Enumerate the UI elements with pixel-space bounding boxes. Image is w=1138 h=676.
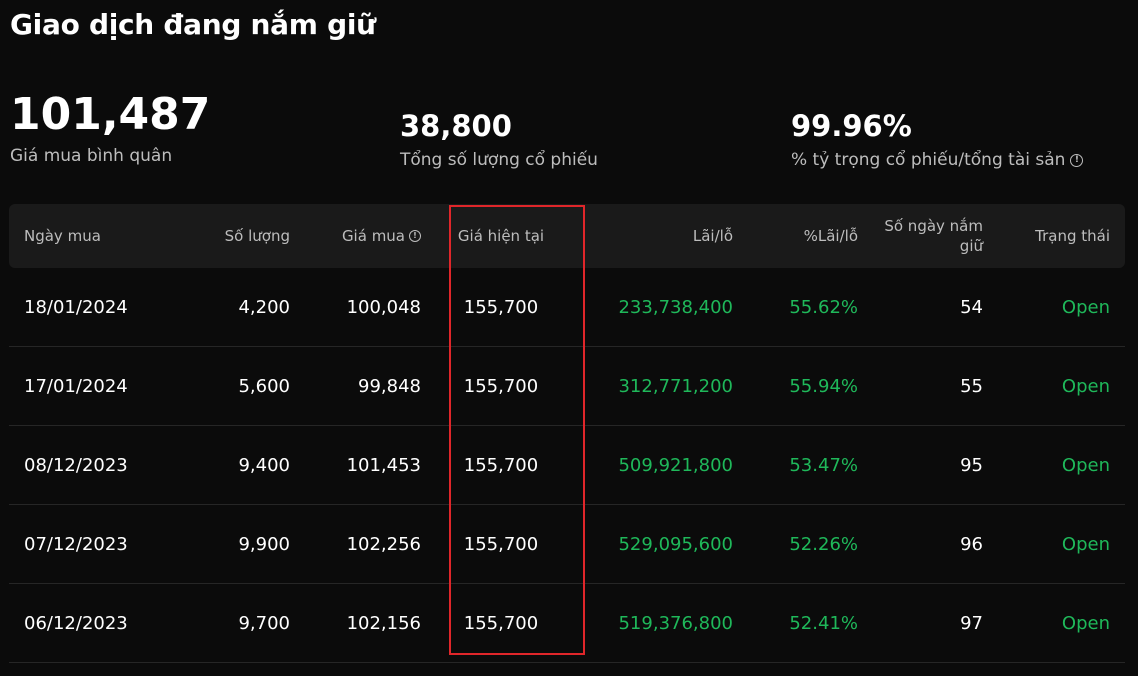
table-row[interactable]: 08/12/2023 9,400 101,453 155,700 509,921… — [9, 425, 1125, 505]
header-status[interactable]: Trạng thái — [983, 204, 1125, 268]
header-days-line2: giữ — [959, 237, 983, 255]
cell-status: Open — [983, 583, 1125, 663]
header-days[interactable]: Số ngày nắm giữ — [858, 204, 983, 268]
cell-days: 97 — [858, 583, 983, 663]
cell-date: 07/12/2023 — [9, 504, 159, 584]
cell-buy-price: 102,156 — [290, 583, 421, 663]
cell-date: 17/01/2024 — [9, 346, 159, 426]
cell-current-price: 155,700 — [421, 504, 581, 584]
cell-qty: 5,600 — [159, 346, 290, 426]
header-pnl[interactable]: Lãi/lỗ — [581, 204, 733, 268]
cell-days: 95 — [858, 425, 983, 505]
holdings-table: Ngày mua Số lượng Giá mua! Giá hiện tại … — [9, 204, 1125, 663]
header-current-price[interactable]: Giá hiện tại — [421, 204, 581, 268]
stat-avg-price: 101,487 Giá mua bình quân — [10, 88, 210, 166]
cell-pnl-pct: 52.26% — [733, 504, 858, 584]
header-buy-price[interactable]: Giá mua! — [290, 204, 421, 268]
table-header-row: Ngày mua Số lượng Giá mua! Giá hiện tại … — [9, 204, 1125, 268]
cell-current-price: 155,700 — [421, 583, 581, 663]
stat-ratio: 99.96% % tỷ trọng cổ phiếu/tổng tài sản … — [791, 108, 1084, 170]
table-row[interactable]: 17/01/2024 5,600 99,848 155,700 312,771,… — [9, 346, 1125, 426]
cell-status: Open — [983, 425, 1125, 505]
cell-qty: 4,200 — [159, 268, 290, 347]
header-qty[interactable]: Số lượng — [159, 204, 290, 268]
cell-pnl: 529,095,600 — [581, 504, 733, 584]
header-current-price-label: Giá hiện tại — [457, 227, 545, 245]
cell-current-price: 155,700 — [421, 268, 581, 347]
header-pnl-label: Lãi/lỗ — [692, 227, 733, 245]
cell-pnl-pct: 55.94% — [733, 346, 858, 426]
ratio-label: % tỷ trọng cổ phiếu/tổng tài sản ! — [791, 150, 1084, 170]
cell-days: 55 — [858, 346, 983, 426]
total-qty-value: 38,800 — [400, 109, 512, 143]
cell-buy-price: 100,048 — [290, 268, 421, 347]
table-row[interactable]: 06/12/2023 9,700 102,156 155,700 519,376… — [9, 583, 1125, 663]
header-pnl-pct-label: %Lãi/lỗ — [803, 227, 858, 245]
table-row[interactable]: 18/01/2024 4,200 100,048 155,700 233,738… — [9, 268, 1125, 347]
stat-total-qty: 38,800 Tổng số lượng cổ phiếu — [400, 108, 598, 170]
cell-date: 06/12/2023 — [9, 583, 159, 663]
avg-price-value: 101,487 — [10, 89, 211, 140]
total-qty-label: Tổng số lượng cổ phiếu — [400, 150, 598, 170]
cell-date: 08/12/2023 — [9, 425, 159, 505]
cell-status: Open — [983, 268, 1125, 347]
cell-days: 54 — [858, 268, 983, 347]
cell-pnl: 312,771,200 — [581, 346, 733, 426]
cell-qty: 9,700 — [159, 583, 290, 663]
avg-price-label: Giá mua bình quân — [10, 146, 210, 166]
holdings-table-wrap: Ngày mua Số lượng Giá mua! Giá hiện tại … — [9, 204, 1125, 663]
page-title: Giao dịch đang nắm giữ — [10, 8, 376, 41]
cell-pnl-pct: 55.62% — [733, 268, 858, 347]
header-qty-label: Số lượng — [224, 227, 290, 245]
header-days-line1: Số ngày nắm — [884, 217, 983, 235]
cell-buy-price: 101,453 — [290, 425, 421, 505]
cell-days: 96 — [858, 504, 983, 584]
header-date[interactable]: Ngày mua — [9, 204, 159, 268]
header-pnl-pct[interactable]: %Lãi/lỗ — [733, 204, 858, 268]
cell-current-price: 155,700 — [421, 346, 581, 426]
info-icon[interactable]: ! — [409, 230, 421, 242]
cell-pnl: 519,376,800 — [581, 583, 733, 663]
cell-pnl: 233,738,400 — [581, 268, 733, 347]
header-date-label: Ngày mua — [24, 227, 101, 245]
info-icon[interactable]: ! — [1070, 153, 1084, 167]
avg-price-label-text: Giá mua bình quân — [10, 146, 173, 166]
table-row[interactable]: 07/12/2023 9,900 102,256 155,700 529,095… — [9, 504, 1125, 584]
cell-pnl: 509,921,800 — [581, 425, 733, 505]
cell-pnl-pct: 53.47% — [733, 425, 858, 505]
cell-qty: 9,400 — [159, 425, 290, 505]
ratio-value: 99.96% — [791, 109, 912, 143]
ratio-label-text: % tỷ trọng cổ phiếu/tổng tài sản — [791, 150, 1066, 170]
header-status-label: Trạng thái — [1035, 227, 1110, 245]
header-buy-price-label: Giá mua — [341, 227, 405, 245]
cell-status: Open — [983, 504, 1125, 584]
cell-buy-price: 99,848 — [290, 346, 421, 426]
cell-pnl-pct: 52.41% — [733, 583, 858, 663]
cell-qty: 9,900 — [159, 504, 290, 584]
cell-buy-price: 102,256 — [290, 504, 421, 584]
total-qty-label-text: Tổng số lượng cổ phiếu — [400, 150, 598, 170]
cell-current-price: 155,700 — [421, 425, 581, 505]
cell-status: Open — [983, 346, 1125, 426]
cell-date: 18/01/2024 — [9, 268, 159, 347]
